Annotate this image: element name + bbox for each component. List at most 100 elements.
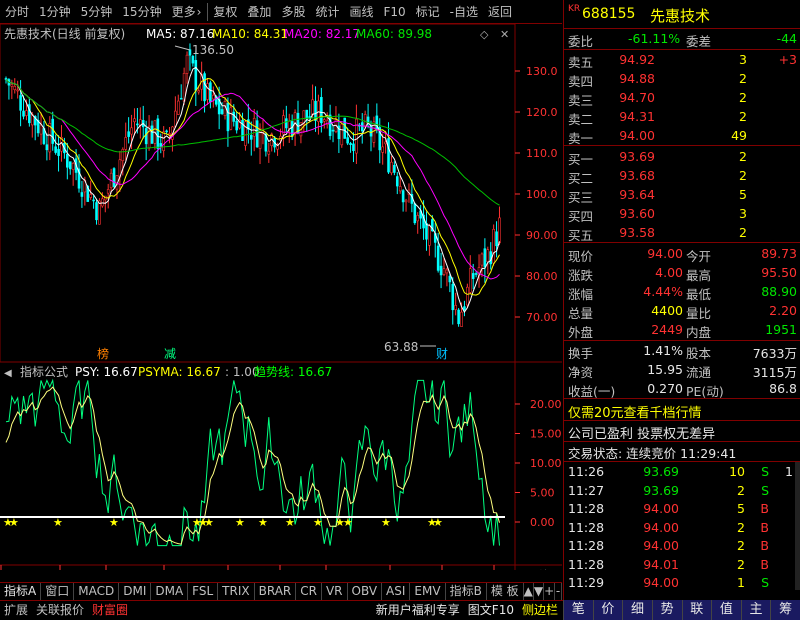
indicator-tab-asi[interactable]: ASI	[382, 583, 411, 600]
toolbar-10[interactable]: F10	[378, 1, 410, 23]
toolbar-0[interactable]: 分时	[0, 1, 34, 23]
indicator-tab-brar[interactable]: BRAR	[255, 583, 297, 600]
star-icon: ★	[235, 516, 245, 529]
side-tab-7[interactable]: 筹	[770, 600, 800, 620]
side-tab-3[interactable]: 势	[651, 600, 682, 620]
chart-area[interactable]: 先惠技术(日线 前复权) MA5: 87.16 MA10: 84.31 MA20…	[0, 24, 562, 570]
stat-value: 4.44%	[643, 284, 683, 299]
toolbar-8[interactable]: 统计	[310, 1, 344, 23]
ask-price: 94.88	[619, 71, 655, 86]
ask-volume: 2	[739, 90, 747, 105]
tick-scrollbar[interactable]	[795, 462, 800, 590]
promo-text[interactable]: 仅需20元查看千档行情	[568, 402, 702, 421]
toolbar-13[interactable]: 返回	[483, 1, 517, 23]
more-arrow-icon[interactable]: ›	[197, 5, 202, 19]
psyma-line	[5, 386, 500, 545]
candle-body	[212, 94, 215, 100]
candle-body	[398, 186, 402, 192]
indicator-tab-窗口[interactable]: 窗口	[41, 583, 75, 600]
stat-value: 94.00	[647, 246, 683, 261]
toolbar-2[interactable]: 5分钟	[76, 1, 118, 23]
toolbar-1[interactable]: 1分钟	[34, 1, 76, 23]
indicator-title[interactable]: 指标公式	[20, 364, 68, 379]
indicator-tab-control-2[interactable]: +	[544, 583, 556, 600]
candle-body	[92, 199, 95, 202]
candle-body	[480, 253, 484, 266]
candle-body	[492, 228, 495, 264]
candle-body	[448, 275, 452, 283]
indicator-tab-dma[interactable]: DMA	[151, 583, 189, 600]
toolbar-7[interactable]: 多股	[276, 1, 310, 23]
tick-price: 94.00	[643, 519, 679, 535]
graphic-f10-link[interactable]: 图文F10	[464, 601, 518, 620]
candle-body	[136, 123, 139, 126]
candle-body	[451, 283, 455, 311]
toolbar-6[interactable]: 叠加	[242, 1, 276, 23]
extend-tab[interactable]: 扩展	[0, 601, 32, 620]
toolbar-5[interactable]: 复权	[208, 1, 242, 23]
indicator-tab-指标a[interactable]: 指标A	[0, 583, 42, 600]
candle-body	[471, 273, 475, 279]
tick-price: 93.69	[643, 482, 679, 498]
tick-volume: 10	[729, 464, 745, 479]
sidebar-link[interactable]: 侧边栏	[518, 601, 562, 620]
side-tab-4[interactable]: 联	[681, 600, 712, 620]
toolbar-11[interactable]: 标记	[411, 1, 445, 23]
ma60-label: MA60: 89.98	[356, 27, 432, 41]
candle-body	[188, 49, 192, 56]
period-label[interactable]: 日线	[526, 569, 550, 570]
toolbar-9[interactable]: 画线	[344, 1, 378, 23]
side-tab-1[interactable]: 价	[592, 600, 623, 620]
indicator-tab-emv[interactable]: EMV	[410, 583, 446, 600]
candle-body	[68, 161, 72, 170]
side-tab-5[interactable]: 值	[711, 600, 741, 620]
indicator-tab-fsl[interactable]: FSL	[188, 583, 219, 600]
side-tab-6[interactable]: 主	[740, 600, 771, 620]
indicator-tab-macd[interactable]: MACD	[74, 583, 120, 600]
indicator-tab-指标b[interactable]: 指标B	[446, 583, 487, 600]
close-chart-icon[interactable]: ✕	[500, 28, 509, 41]
high-price-marker: 136.50	[192, 43, 234, 57]
bid-price: 93.68	[619, 168, 655, 183]
bid-price: 93.69	[619, 149, 655, 164]
candle-body	[232, 111, 236, 122]
toolbar-3[interactable]: 15分钟	[117, 1, 166, 23]
side-tab-0[interactable]: 笔	[563, 600, 593, 620]
badge-finance[interactable]: 财	[436, 347, 448, 361]
candle-body	[343, 117, 347, 139]
candle-body	[209, 82, 212, 103]
candle-body	[355, 118, 358, 154]
badge-rank[interactable]: 榜	[97, 346, 109, 361]
bid-volume: 2	[739, 149, 747, 164]
indicator-tab-cr[interactable]: CR	[296, 583, 322, 600]
indicator-tab-vr[interactable]: VR	[322, 583, 348, 600]
indicator-tab-control-3[interactable]: -	[555, 583, 562, 600]
indicator-tab-control-1[interactable]: ▼	[534, 583, 545, 600]
tick-price: 94.01	[643, 556, 679, 572]
candle-body	[287, 121, 291, 130]
candle-body	[244, 121, 247, 146]
candle-body	[133, 118, 136, 123]
tick-side: S	[761, 482, 769, 498]
indicator-tab-obv[interactable]: OBV	[348, 583, 383, 600]
related-quote-tab[interactable]: 关联报价	[32, 601, 88, 620]
badge-reduce[interactable]: 减	[164, 347, 176, 361]
indicator-tab-trix[interactable]: TRIX	[218, 583, 255, 600]
diamond-icon[interactable]: ◇	[480, 28, 489, 41]
candle-body	[346, 137, 349, 144]
side-tab-2[interactable]: 细	[622, 600, 652, 620]
candle-body	[39, 124, 43, 135]
indicator-tab-control-0[interactable]: ▲	[524, 583, 534, 600]
indicator-expand-icon[interactable]: ◀	[4, 368, 12, 379]
candle-body	[156, 118, 160, 149]
wealth-circle-tab[interactable]: 财富圈	[88, 601, 132, 620]
tick-side: S	[761, 464, 769, 479]
toolbar-4[interactable]: 更多	[167, 1, 201, 23]
new-user-welfare-link[interactable]: 新用户福利专享	[372, 601, 464, 620]
toolbar-12[interactable]: -自选	[445, 1, 483, 23]
bid-volume: 2	[739, 168, 747, 183]
tick-volume: 2	[737, 556, 745, 572]
indicator-tab-dmi[interactable]: DMI	[119, 583, 152, 600]
candle-body	[495, 231, 498, 247]
indicator-tab-模板[interactable]: 模 板	[487, 583, 524, 600]
